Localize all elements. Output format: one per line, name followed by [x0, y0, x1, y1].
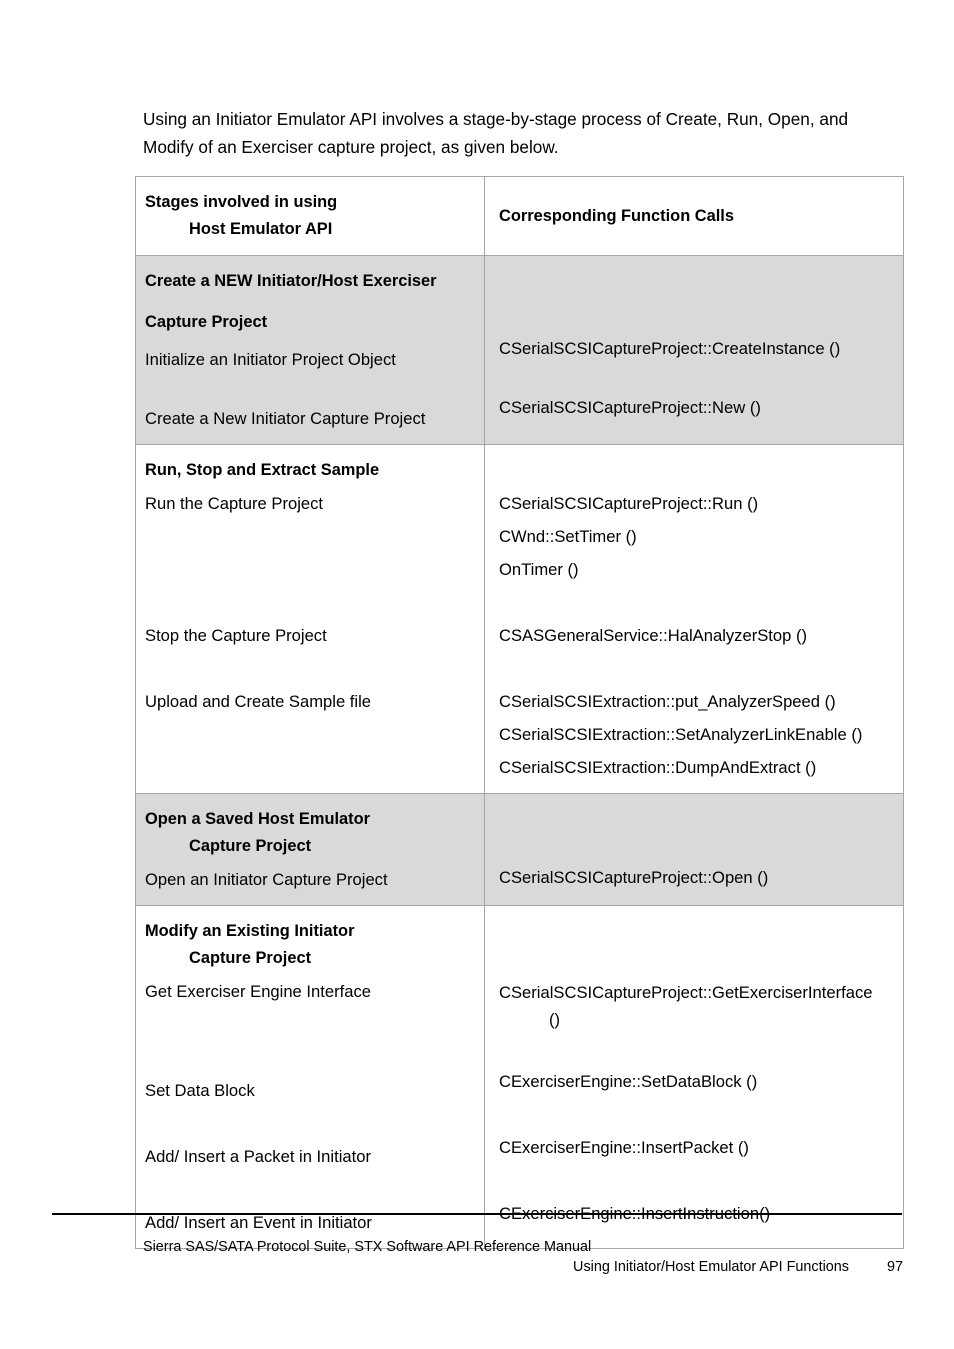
function-get-exerciser-interface: CSerialSCSICaptureProject::GetExerciserI…: [499, 983, 873, 1002]
function-create-instance: CSerialSCSICaptureProject::CreateInstanc…: [499, 339, 841, 358]
stage-cell-open-saved: Open a Saved Host Emulator Capture Proje…: [135, 793, 485, 906]
stage-item-stop-capture-project: Stop the Capture Project: [145, 626, 327, 645]
function-cell-open-saved: CSerialSCSICaptureProject::Open (): [484, 793, 904, 906]
function-dump-and-extract: CSerialSCSIExtraction::DumpAndExtract (): [499, 758, 817, 777]
stage-item-upload-create-sample-file: Upload and Create Sample file: [145, 692, 371, 711]
stage-title-run-stop-extract: Run, Stop and Extract Sample: [145, 461, 380, 479]
footer-page-number: 97: [886, 1259, 903, 1275]
footer-section-area: Using Initiator/Host Emulator API Functi…: [143, 1257, 903, 1277]
stage-title-modify-line1: Modify an Existing Initiator: [145, 922, 355, 940]
stage-cell-run-stop-extract: Run, Stop and Extract Sample Run the Cap…: [135, 444, 485, 794]
function-cell-modify-existing: CSerialSCSICaptureProject::GetExerciserI…: [484, 905, 904, 1249]
stage-item-initialize-project-object: Initialize an Initiator Project Object: [145, 350, 396, 369]
header-stages-line1: Stages involved in using: [145, 193, 338, 211]
stage-cell-modify-existing: Modify an Existing Initiator Capture Pro…: [135, 905, 485, 1249]
function-insert-packet: CExerciserEngine::InsertPacket (): [499, 1138, 749, 1157]
stage-item-add-insert-packet: Add/ Insert a Packet in Initiator: [145, 1147, 371, 1166]
stage-item-run-capture-project: Run the Capture Project: [145, 494, 324, 513]
header-cell-functions: Corresponding Function Calls: [484, 176, 904, 256]
table-row: Open a Saved Host Emulator Capture Proje…: [135, 793, 904, 906]
function-set-data-block: CExerciserEngine::SetDataBlock (): [499, 1072, 758, 1091]
function-cell-run-stop-extract: CSerialSCSICaptureProject::Run () CWnd::…: [484, 444, 904, 794]
stage-title-open-saved-line1: Open a Saved Host Emulator: [145, 810, 370, 828]
stage-cell-create: Create a NEW Initiator/Host Exerciser Ca…: [135, 255, 485, 445]
function-capture-project-open: CSerialSCSICaptureProject::Open (): [499, 868, 769, 887]
stage-title-create-line2: Capture Project: [145, 313, 268, 331]
function-cell-create: CSerialSCSICaptureProject::CreateInstanc…: [484, 255, 904, 445]
table-row: Run, Stop and Extract Sample Run the Cap…: [135, 444, 904, 794]
header-cell-stages: Stages involved in using Host Emulator A…: [135, 176, 485, 256]
stage-title-open-saved-line2: Capture Project: [189, 837, 312, 855]
footer-divider: [52, 1213, 902, 1215]
stage-item-create-new-capture-project: Create a New Initiator Capture Project: [145, 409, 426, 428]
function-cwnd-settimer: CWnd::SetTimer (): [499, 527, 637, 546]
table-row: Modify an Existing Initiator Capture Pro…: [135, 905, 904, 1249]
stage-title-create-line1: Create a NEW Initiator/Host Exerciser: [145, 272, 437, 290]
function-put-analyzer-speed: CSerialSCSIExtraction::put_AnalyzerSpeed…: [499, 692, 836, 711]
api-stages-table: Stages involved in using Host Emulator A…: [135, 176, 904, 1249]
stage-item-open-initiator-capture-project: Open an Initiator Capture Project: [145, 870, 388, 889]
function-capture-project-run: CSerialSCSICaptureProject::Run (): [499, 494, 759, 513]
function-ontimer: OnTimer (): [499, 560, 579, 579]
function-set-analyzer-link-enable: CSerialSCSIExtraction::SetAnalyzerLinkEn…: [499, 725, 863, 744]
header-functions-label: Corresponding Function Calls: [499, 207, 734, 225]
document-page: Using an Initiator Emulator API involves…: [0, 0, 954, 1349]
stage-title-modify-line2: Capture Project: [189, 949, 312, 967]
stage-item-get-exerciser-engine-interface: Get Exerciser Engine Interface: [145, 982, 371, 1001]
header-stages-line2: Host Emulator API: [189, 220, 333, 238]
function-create-new: CSerialSCSICaptureProject::New (): [499, 398, 761, 417]
table-row: Create a NEW Initiator/Host Exerciser Ca…: [135, 255, 904, 445]
intro-paragraph: Using an Initiator Emulator API involves…: [143, 109, 849, 158]
footer-section-title: Using Initiator/Host Emulator API Functi…: [573, 1259, 849, 1275]
table-header-row: Stages involved in using Host Emulator A…: [135, 176, 904, 256]
function-hal-analyzer-stop: CSASGeneralService::HalAnalyzerStop (): [499, 626, 808, 645]
footer-manual-title: Sierra SAS/SATA Protocol Suite, STX Soft…: [143, 1239, 592, 1255]
stage-item-set-data-block: Set Data Block: [145, 1081, 255, 1100]
function-get-exerciser-interface-parens: (): [549, 1010, 561, 1029]
